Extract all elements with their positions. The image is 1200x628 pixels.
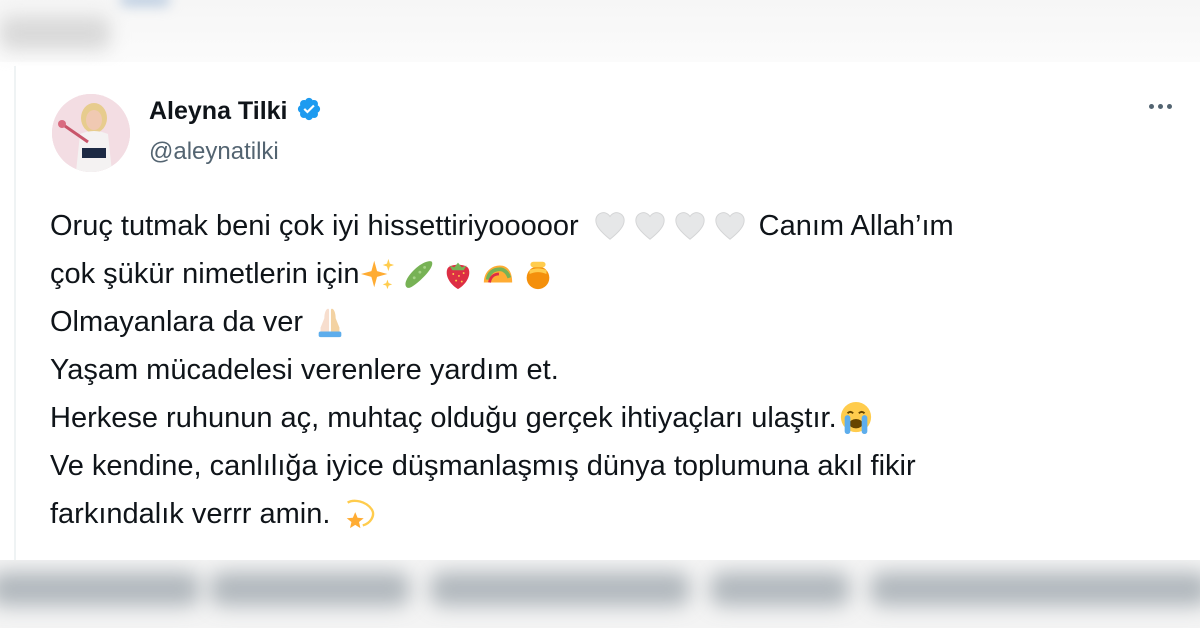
folded-hands-icon [313,305,347,339]
author-name-row[interactable]: Aleyna Tilki [149,96,322,126]
taco-icon [481,257,515,291]
honey-pot-icon [521,257,555,291]
white-heart-icon [633,209,667,243]
more-options-icon [1149,104,1154,109]
avatar[interactable] [52,94,130,172]
sparkles-icon [361,257,395,291]
strawberry-icon [441,257,475,291]
tweet-line-7: farkındalık verrr amin. [50,490,1160,538]
tweet-line-1: Oruç tutmak beni çok iyi hissettiriyoooo… [50,209,954,243]
tweet-line-3: Olmayanlara da ver [50,298,1160,346]
display-name[interactable]: Aleyna Tilki [149,97,288,126]
white-heart-icon [713,209,747,243]
tweet-line-6: Ve kendine, canlılığa iyice düşmanlaşmış… [50,450,916,482]
blurred-previous-tweet [0,0,1200,62]
verified-badge-icon [296,96,322,126]
loudly-crying-face-icon [839,401,873,435]
blurred-next-content [0,560,1200,628]
white-heart-icon [673,209,707,243]
tweet-line-2: çok şükür nimetlerin için [50,250,1160,298]
white-heart-icon [593,209,627,243]
username-handle[interactable]: @aleynatilki [149,138,279,166]
tweet-line-5: Herkese ruhunun aç, muhtaç olduğu gerçek… [50,394,1160,442]
dizzy-star-icon [342,497,376,531]
cucumber-icon [401,257,435,291]
tweet-card[interactable]: Aleyna Tilki @aleynatilki Oruç tutmak be… [14,66,1200,560]
tweet-body: Oruç tutmak beni çok iyi hissettiriyoooo… [50,202,1160,538]
tweet-screenshot: Aleyna Tilki @aleynatilki Oruç tutmak be… [0,0,1200,628]
more-options-button[interactable] [1149,104,1172,109]
tweet-line-4: Yaşam mücadelesi verenlere yardım et. [50,354,559,386]
